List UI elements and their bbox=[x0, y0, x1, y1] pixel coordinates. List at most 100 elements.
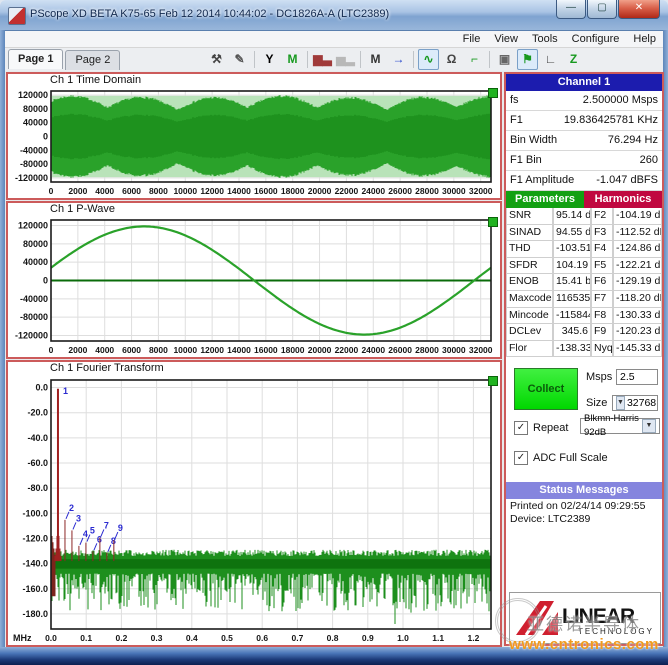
svg-text:28000: 28000 bbox=[415, 186, 439, 196]
adc-checkbox-row: ✓ ADC Full Scale bbox=[514, 451, 608, 465]
toolbar: ⚒✎YM▆▃▅▂M→∿Ω⌐▣⚑∟Z bbox=[205, 49, 585, 70]
toolbar-separator bbox=[413, 51, 414, 68]
tab-page-1[interactable]: Page 1 bbox=[8, 49, 63, 69]
clamp-icon[interactable]: ⌐ bbox=[464, 49, 485, 70]
plot-title-time-domain: Ch 1 Time Domain bbox=[50, 74, 141, 86]
avg-arrow-icon[interactable]: → bbox=[388, 49, 409, 70]
menu-tools[interactable]: Tools bbox=[525, 33, 565, 45]
svg-text:12000: 12000 bbox=[200, 186, 224, 196]
harmonic-value: -124.86 dBc bbox=[613, 241, 662, 258]
probe-pen-icon[interactable]: ✎ bbox=[229, 49, 250, 70]
y-scale-icon[interactable]: Y bbox=[259, 49, 280, 70]
info-row: F1 Bin260 bbox=[506, 151, 662, 171]
harmonic-name: F5 bbox=[591, 258, 613, 275]
titlebar[interactable]: PScope XD BETA K75-65 Feb 12 2014 10:44:… bbox=[0, 0, 668, 31]
param-value: 104.19 dB bbox=[553, 258, 591, 275]
channel-indicator[interactable] bbox=[488, 217, 498, 227]
svg-text:0.3: 0.3 bbox=[151, 633, 163, 643]
svg-text:0: 0 bbox=[49, 186, 54, 196]
param-name: SFDR bbox=[506, 258, 553, 275]
svg-text:-20.0: -20.0 bbox=[27, 408, 48, 418]
svg-text:2: 2 bbox=[69, 503, 74, 513]
harmonic-name: F4 bbox=[591, 241, 613, 258]
harmonic-name: F6 bbox=[591, 274, 613, 291]
svg-text:8000: 8000 bbox=[149, 345, 168, 355]
svg-text:0.6: 0.6 bbox=[256, 633, 268, 643]
p-wave-chart[interactable]: 0200040006000800010000120001400016000180… bbox=[9, 215, 501, 357]
snapshot-icon[interactable]: ▣ bbox=[494, 49, 515, 70]
svg-text:0.0: 0.0 bbox=[45, 633, 57, 643]
param-name: SNR bbox=[506, 208, 553, 225]
svg-text:5: 5 bbox=[90, 526, 95, 536]
bar-graph-icon[interactable]: ▆▃ bbox=[312, 49, 333, 70]
harmonic-value: -112.52 dBc bbox=[613, 225, 662, 242]
channel-indicator[interactable] bbox=[488, 376, 498, 386]
repeat-label: Repeat bbox=[533, 422, 568, 434]
svg-text:8000: 8000 bbox=[149, 186, 168, 196]
svg-text:40000: 40000 bbox=[23, 118, 48, 128]
svg-text:2000: 2000 bbox=[68, 345, 87, 355]
window-combobox[interactable]: Blkmn-Harris 92dB ▼ bbox=[580, 418, 660, 434]
svg-text:24000: 24000 bbox=[361, 345, 385, 355]
svg-text:0.9: 0.9 bbox=[362, 633, 374, 643]
svg-text:40000: 40000 bbox=[23, 257, 48, 267]
channel-indicator[interactable] bbox=[488, 88, 498, 98]
svg-text:32000: 32000 bbox=[469, 345, 493, 355]
filter-curve-icon[interactable]: ∿ bbox=[418, 49, 439, 70]
menu-view[interactable]: View bbox=[487, 33, 525, 45]
measurement-row: Mincode-115844F8-130.33 dBc bbox=[506, 308, 662, 325]
svg-text:-80000: -80000 bbox=[20, 312, 48, 322]
info-value: 76.294 Hz bbox=[608, 131, 658, 150]
harmonic-value: -118.20 dBc bbox=[613, 291, 662, 308]
measurement-row: THD-103.51 dBF4-124.86 dBc bbox=[506, 241, 662, 258]
harmonics-header[interactable]: Harmonics bbox=[584, 191, 662, 208]
svg-text:10000: 10000 bbox=[173, 345, 197, 355]
app-icon bbox=[8, 7, 26, 25]
max-avg-icon[interactable]: M bbox=[365, 49, 386, 70]
notes-icon[interactable]: ⚑ bbox=[517, 49, 538, 70]
zoom-z-icon[interactable]: Z bbox=[563, 49, 584, 70]
repeat-checkbox[interactable]: ✓ bbox=[514, 421, 528, 435]
info-label: F1 bbox=[510, 111, 523, 130]
menu-configure[interactable]: Configure bbox=[565, 33, 627, 45]
bar-graph-disabled-icon[interactable]: ▅▂ bbox=[335, 49, 356, 70]
chevron-down-icon[interactable]: ▼ bbox=[616, 396, 625, 410]
svg-text:7: 7 bbox=[104, 520, 109, 530]
measurement-row: SINAD94.55 dBF3-112.52 dBc bbox=[506, 225, 662, 242]
param-name: Flor bbox=[506, 341, 553, 358]
svg-text:1.1: 1.1 bbox=[432, 633, 444, 643]
toolbar-separator bbox=[254, 51, 255, 68]
harmonic-name: Nyq bbox=[591, 341, 613, 358]
svg-text:120000: 120000 bbox=[18, 90, 48, 100]
svg-text:-40.0: -40.0 bbox=[27, 433, 48, 443]
harmonic-value: -130.33 dBc bbox=[613, 308, 662, 325]
close-button[interactable]: ✕ bbox=[618, 0, 660, 19]
svg-text:22000: 22000 bbox=[335, 186, 359, 196]
fourier-chart[interactable]: 0.00.10.20.30.40.50.60.70.80.91.01.11.20… bbox=[9, 374, 501, 645]
collect-button[interactable]: Collect bbox=[514, 368, 578, 410]
measurement-row: SNR95.14 dBF2-104.19 dBc bbox=[506, 208, 662, 225]
chevron-down-icon[interactable]: ▼ bbox=[642, 419, 656, 433]
minimize-button[interactable]: — bbox=[556, 0, 586, 19]
param-name: Mincode bbox=[506, 308, 553, 325]
info-value: -1.047 dBFS bbox=[596, 171, 658, 190]
size-combobox[interactable]: ▼ 32768 bbox=[612, 395, 658, 411]
svg-text:-60.0: -60.0 bbox=[27, 458, 48, 468]
msps-input[interactable]: 2.5 bbox=[616, 369, 658, 385]
svg-text:-80000: -80000 bbox=[20, 159, 48, 169]
svg-text:-120.0: -120.0 bbox=[22, 533, 48, 543]
menu-file[interactable]: File bbox=[456, 33, 488, 45]
maximize-button[interactable]: ▢ bbox=[587, 0, 617, 19]
svg-text:12000: 12000 bbox=[200, 345, 224, 355]
time-domain-chart[interactable]: 0200040006000800010000120001400016000180… bbox=[9, 86, 501, 198]
parameters-header[interactable]: Parameters bbox=[506, 191, 584, 208]
link-icon[interactable]: Ω bbox=[441, 49, 462, 70]
menu-help[interactable]: Help bbox=[626, 33, 663, 45]
ruler-icon[interactable]: ∟ bbox=[540, 49, 561, 70]
pliers-tool-icon[interactable]: ⚒ bbox=[206, 49, 227, 70]
histogram-green-icon[interactable]: M bbox=[282, 49, 303, 70]
svg-text:MHz: MHz bbox=[13, 633, 32, 643]
tab-page-2[interactable]: Page 2 bbox=[65, 50, 120, 70]
window-title: PScope XD BETA K75-65 Feb 12 2014 10:44:… bbox=[30, 8, 389, 20]
adc-full-scale-checkbox[interactable]: ✓ bbox=[514, 451, 528, 465]
